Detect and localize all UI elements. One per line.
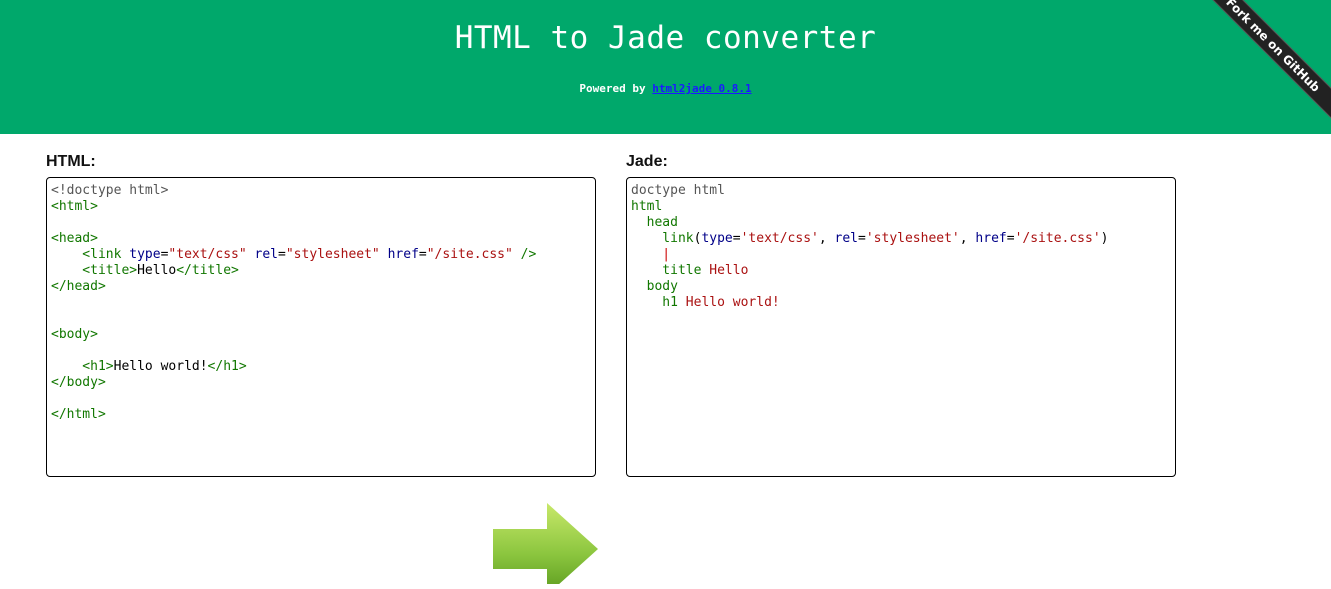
code-token: "/site.css" (426, 247, 513, 262)
code-token: </title> (176, 263, 239, 278)
code-line: <title>Hello</title> (51, 263, 591, 279)
code-token: , (959, 231, 976, 246)
code-line: doctype html (631, 183, 1171, 199)
code-line: body (631, 279, 1171, 295)
jade-panel-label: Jade: (626, 153, 668, 170)
code-token: html (631, 199, 663, 214)
code-token: link (631, 231, 694, 246)
code-line: h1 Hello world! (631, 295, 1171, 311)
code-token: Hello world! (113, 359, 208, 374)
code-line: title Hello (631, 263, 1171, 279)
code-token: head (631, 215, 678, 230)
code-token: = (858, 231, 866, 246)
code-line: </body> (51, 375, 591, 391)
code-token: </h1> (207, 359, 247, 374)
code-token: 'text/css' (740, 231, 819, 246)
code-token: </body> (51, 375, 106, 390)
code-token: Hello world! (685, 295, 780, 310)
jade-output-editor[interactable]: doctype html html head link(type='text/cs… (626, 177, 1176, 477)
code-line: </html> (51, 407, 591, 423)
code-token: /> (512, 247, 537, 262)
code-token: , (818, 231, 835, 246)
code-token: <head> (51, 231, 98, 246)
code-token: = (1006, 231, 1015, 246)
html-input-editor[interactable]: <!doctype html> <html> <head> <link type="… (46, 177, 596, 477)
code-token: </html> (51, 407, 106, 422)
code-token: <link (51, 247, 130, 262)
code-token: <title> (51, 263, 138, 278)
header-banner: HTML to Jade converter Powered by html2j… (0, 0, 1331, 134)
code-line: | (631, 247, 1171, 263)
code-token: | (631, 247, 671, 262)
code-line: html (631, 199, 1171, 215)
powered-by-line: Powered by html2jade 0.8.1 (0, 82, 1331, 95)
code-token: "stylesheet" (285, 247, 380, 262)
code-line: head (631, 215, 1171, 231)
code-line: <link type="text/css" rel="stylesheet" h… (51, 247, 591, 263)
code-line: link(type='text/css', rel='stylesheet', … (631, 231, 1171, 247)
code-token: = (278, 247, 286, 262)
code-token: doctype html (631, 183, 725, 198)
code-line: <!doctype html> (51, 183, 591, 199)
code-token: href (387, 247, 419, 262)
code-token: type (129, 247, 161, 262)
code-line: <h1>Hello world!</h1> (51, 359, 591, 375)
html-panel-label: HTML: (46, 153, 96, 170)
code-token: "text/css" (168, 247, 247, 262)
code-token: rel (254, 247, 279, 262)
code-token: </head> (51, 279, 106, 294)
code-token: Hello (137, 263, 177, 278)
code-token: = (418, 247, 427, 262)
code-token: h1 (631, 295, 686, 310)
code-token: '/site.css' (1014, 231, 1101, 246)
code-token: 'stylesheet' (865, 231, 960, 246)
html2jade-link[interactable]: html2jade 0.8.1 (652, 82, 751, 95)
code-line: <head> (51, 231, 591, 247)
code-token: type (701, 231, 733, 246)
code-line: </head> (51, 279, 591, 295)
code-token: href (975, 231, 1007, 246)
code-token: title (631, 263, 710, 278)
code-line: <body> (51, 327, 591, 343)
github-ribbon-container: Fork me on GitHub (1181, 0, 1331, 150)
code-token: body (631, 279, 678, 294)
code-line: <html> (51, 199, 591, 215)
fork-me-ribbon[interactable]: Fork me on GitHub (1194, 0, 1331, 124)
powered-by-label: Powered by (579, 82, 646, 95)
code-token: Hello (709, 263, 749, 278)
page-title: HTML to Jade converter (454, 20, 877, 56)
code-token: <!doctype html> (51, 183, 169, 198)
code-token: rel (834, 231, 859, 246)
code-token: = (732, 231, 741, 246)
code-token: ) (1100, 231, 1109, 246)
code-token: <body> (51, 327, 98, 342)
right-arrow-icon (493, 503, 598, 589)
code-token: <html> (51, 199, 98, 214)
convert-arrow-button[interactable] (493, 503, 599, 589)
code-token: <h1> (51, 359, 114, 374)
